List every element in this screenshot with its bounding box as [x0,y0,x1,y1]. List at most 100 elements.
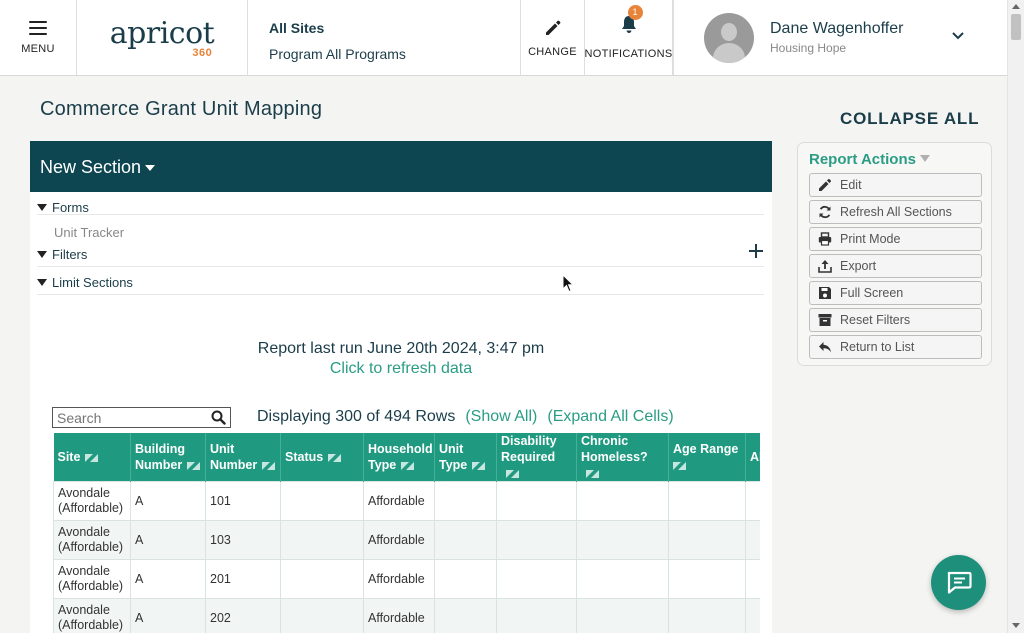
program-label: Program All Programs [269,46,406,62]
table-cell: Avondale (Affordable) [53,559,131,599]
table-cell [668,520,746,560]
table-cell [745,559,760,599]
sort-icon[interactable] [472,461,486,470]
table-cell: A [130,520,206,560]
sort-icon[interactable] [328,453,342,462]
table-cell [496,559,577,599]
column-header[interactable]: Site [53,433,131,482]
report-section-panel: New Section Forms Unit Tracker Filters L… [30,141,772,633]
return-to-list-button[interactable]: Return to List [809,335,982,359]
caret-down-icon [919,155,930,162]
sort-icon[interactable] [187,461,201,470]
limit-sections-label: Limit Sections [52,275,133,290]
column-header[interactable]: Household Type [363,433,435,482]
form-item-unit-tracker[interactable]: Unit Tracker [30,215,772,241]
sort-icon[interactable] [262,461,276,470]
sort-icon[interactable] [506,469,519,478]
top-header: MENU apricot 360 All Sites Program All P… [0,0,1007,76]
triangle-down-icon [37,279,47,286]
add-filter-plus-icon[interactable] [748,243,764,259]
table-cell [496,520,577,560]
notifications-button[interactable]: 1 NOTIFICATIONS [584,0,673,75]
export-label: Export [840,259,877,273]
report-actions-panel: Report Actions Edit Refresh All Sections… [797,142,992,366]
reset-filters-label: Reset Filters [840,313,911,327]
return-to-list-label: Return to List [840,340,915,354]
reset-filters-button[interactable]: Reset Filters [809,308,982,332]
printer-icon [818,232,832,246]
scroll-up-icon[interactable] [1012,4,1020,9]
column-header[interactable]: Status [280,433,364,482]
limit-sections-toggle[interactable]: Limit Sections [37,267,764,295]
column-header[interactable]: Unit Type [434,433,497,482]
triangle-down-icon [37,204,47,211]
forms-label: Forms [52,200,89,215]
column-header[interactable]: Disability Required [496,433,577,482]
table-row[interactable]: Avondale (Affordable) A 202 Affordable [53,598,760,633]
print-mode-button[interactable]: Print Mode [809,227,982,251]
table-cell [434,598,497,633]
user-menu[interactable]: Dane Wagenhoffer Housing Hope [673,0,1007,75]
column-header[interactable]: Building Number [130,433,206,482]
column-header[interactable]: Al Li [745,433,760,482]
search-icon[interactable] [211,410,226,425]
table-cell: 201 [205,559,281,599]
search-input[interactable] [57,410,207,426]
report-table: Site Building Number Unit Number Status … [53,433,760,633]
section-header[interactable]: New Section [30,141,772,192]
menu-label: MENU [21,42,55,55]
forms-toggle[interactable]: Forms [37,192,764,215]
caret-down-icon [145,165,156,172]
table-cell: Affordable [363,481,435,521]
logo-sub: 360 [192,46,213,59]
refresh-icon [819,205,831,219]
sort-icon[interactable] [85,453,99,462]
table-cell [280,481,364,521]
table-cell: 103 [205,520,281,560]
sort-icon[interactable] [673,461,686,470]
chat-button[interactable] [931,555,986,610]
chevron-down-icon[interactable] [951,31,965,41]
table-cell: Affordable [363,559,435,599]
table-row[interactable]: Avondale (Affordable) A 201 Affordable [53,559,760,599]
scroll-thumb[interactable] [1011,14,1021,40]
change-button[interactable]: CHANGE [520,0,585,75]
column-header[interactable]: Age Range [668,433,746,482]
page-scrollbar[interactable] [1007,0,1024,633]
table-cell: A [130,559,206,599]
table-cell [745,598,760,633]
refresh-data-link[interactable]: Click to refresh data [30,360,772,378]
apricot-logo[interactable]: apricot 360 [77,0,248,75]
menu-button[interactable]: MENU [0,0,77,75]
column-header[interactable]: Unit Number [205,433,281,482]
sort-icon[interactable] [586,469,599,478]
table-row[interactable]: Avondale (Affordable) A 103 Affordable [53,520,760,560]
scroll-down-icon[interactable] [1012,623,1020,628]
edit-button[interactable]: Edit [809,173,982,197]
show-all-link[interactable]: (Show All) [465,408,537,425]
save-icon [819,287,831,299]
table-cell [280,559,364,599]
site-program-selector[interactable]: All Sites Program All Programs [248,0,520,75]
table-cell: 101 [205,481,281,521]
table-cell [280,520,364,560]
full-screen-button[interactable]: Full Screen [809,281,982,305]
filters-toggle[interactable]: Filters [37,241,764,267]
column-header[interactable]: Chronic Homeless? [576,433,669,482]
expand-all-cells-link[interactable]: (Expand All Cells) [547,408,673,425]
collapse-all-button[interactable]: COLLAPSE ALL [840,109,979,129]
report-actions-toggle[interactable]: Report Actions [809,151,930,168]
sort-icon[interactable] [401,461,415,470]
export-button[interactable]: Export [809,254,982,278]
print-mode-label: Print Mode [840,232,901,246]
table-cell: A [130,598,206,633]
refresh-all-sections-button[interactable]: Refresh All Sections [809,200,982,224]
table-row[interactable]: Avondale (Affordable) A 101 Affordable [53,481,760,521]
mouse-pointer-icon [562,274,574,293]
refresh-all-sections-label: Refresh All Sections [840,205,952,219]
table-cell: 202 [205,598,281,633]
section-title: New Section [40,157,142,177]
table-cell: Avondale (Affordable) [53,598,131,633]
table-search[interactable] [52,407,231,428]
table-header-row: Site Building Number Unit Number Status … [53,433,760,482]
